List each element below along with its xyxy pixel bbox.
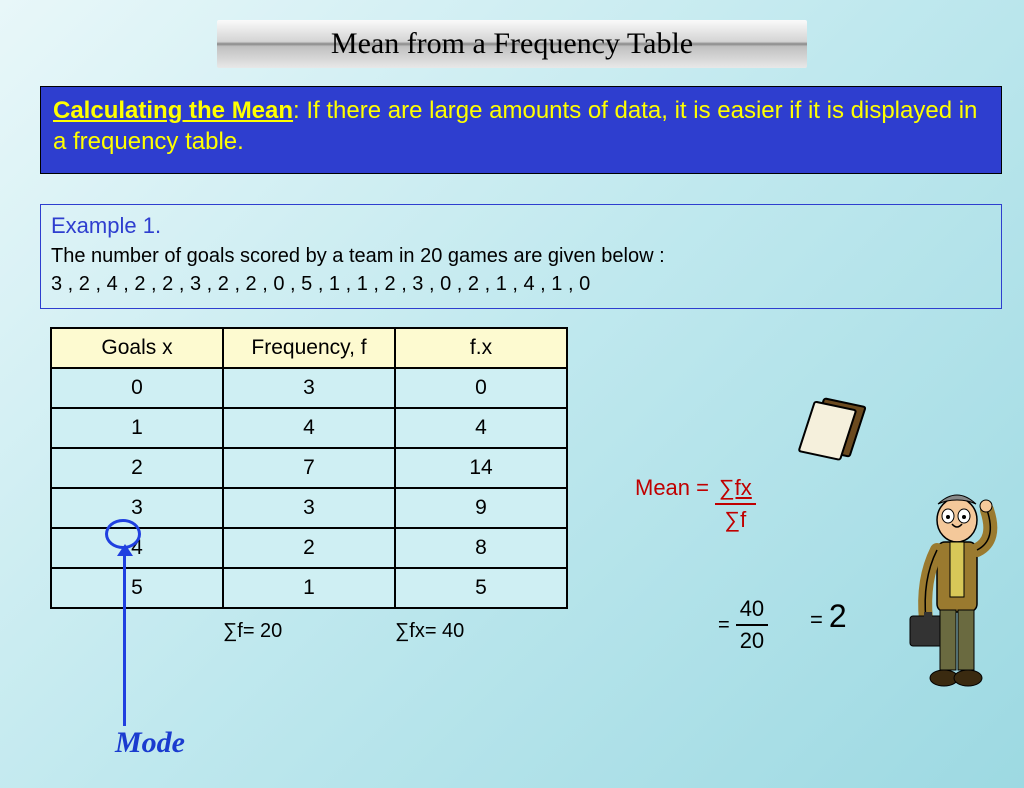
header-frequency: Frequency, f — [223, 328, 395, 368]
cell-f: 7 — [223, 448, 395, 488]
header-fx: f.x — [395, 328, 567, 368]
table-row: 5 1 5 — [51, 568, 567, 608]
equals-sign: = — [718, 614, 730, 637]
cell-f: 3 — [223, 488, 395, 528]
mode-label: Mode — [115, 726, 185, 760]
example-title: Example 1. — [51, 211, 991, 242]
frequency-table: Goals x Frequency, f f.x 0 3 0 1 4 4 2 7… — [50, 327, 568, 648]
mode-arrow-head — [117, 544, 133, 556]
table-row: 1 4 4 — [51, 408, 567, 448]
result-value: 2 — [829, 598, 847, 635]
cell-f: 4 — [223, 408, 395, 448]
mode-arrow-line — [123, 548, 126, 726]
example-data: 3 , 2 , 4 , 2 , 2 , 3 , 2 , 2 , 0 , 5 , … — [51, 270, 991, 298]
info-box: Calculating the Mean: If there are large… — [40, 86, 1002, 174]
calc-numerator: 40 — [736, 596, 768, 626]
example-description: The number of goals scored by a team in … — [51, 242, 991, 270]
person-clipart-icon — [902, 490, 1012, 720]
cell-f: 2 — [223, 528, 395, 568]
sum-fx: ∑fx= 40 — [395, 608, 567, 648]
table-row: 2 7 14 — [51, 448, 567, 488]
header-goals: Goals x — [51, 328, 223, 368]
cell-fx: 4 — [395, 408, 567, 448]
cell-f: 1 — [223, 568, 395, 608]
cell-f: 3 — [223, 368, 395, 408]
table-header-row: Goals x Frequency, f f.x — [51, 328, 567, 368]
result-equals: = — [810, 607, 823, 633]
cell-x: 3 — [51, 488, 223, 528]
calc-denominator: 20 — [740, 626, 764, 654]
table-row: 0 3 0 — [51, 368, 567, 408]
cell-x: 1 — [51, 408, 223, 448]
info-lead: Calculating the Mean — [53, 97, 293, 124]
cell-fx: 14 — [395, 448, 567, 488]
cell-x: 2 — [51, 448, 223, 488]
mean-denominator: ∑f — [725, 505, 747, 533]
cell-fx: 9 — [395, 488, 567, 528]
cell-fx: 0 — [395, 368, 567, 408]
example-box: Example 1. The number of goals scored by… — [40, 204, 1002, 309]
mean-calculation: = 40 20 — [718, 596, 768, 654]
mean-formula: Mean = ∑fx ∑f — [635, 475, 756, 533]
cell-fx: 5 — [395, 568, 567, 608]
mean-result: = 2 — [810, 598, 847, 635]
mean-numerator: ∑fx — [715, 475, 756, 505]
sum-f: ∑f= 20 — [223, 608, 395, 648]
cell-fx: 8 — [395, 528, 567, 568]
cell-x: 0 — [51, 368, 223, 408]
mean-label: Mean = — [635, 475, 709, 501]
cell-x: 5 — [51, 568, 223, 608]
table-totals-row: ∑f= 20 ∑fx= 40 — [51, 608, 567, 648]
page-title: Mean from a Frequency Table — [217, 20, 807, 68]
